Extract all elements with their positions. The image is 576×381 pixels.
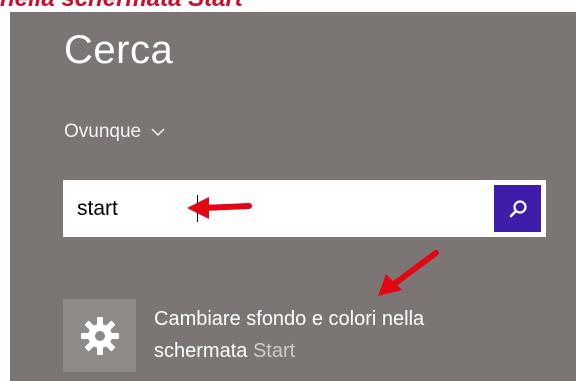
result-text-line1: Cambiare sfondo e colori nella [154,308,425,330]
search-icon [509,199,527,217]
scope-label: Ovunque [64,121,142,142]
pane-title: Cerca [64,28,174,72]
chevron-down-icon [151,127,165,136]
search-box [63,180,546,237]
gear-icon [80,316,119,355]
text-caret [197,195,198,222]
result-text: Cambiare sfondo e colori nella schermata… [154,303,534,367]
search-input[interactable] [77,180,477,237]
result-text-line2: schermata [154,340,248,362]
panel-edge [0,12,10,381]
search-result-item[interactable]: Cambiare sfondo e colori nella schermata… [63,299,553,372]
scope-dropdown[interactable]: Ovunque [64,121,165,143]
search-button[interactable] [494,185,541,232]
result-tile [63,299,136,372]
result-text-highlight: Start [252,340,296,362]
caption-heading: nella schermata Start [0,0,576,12]
